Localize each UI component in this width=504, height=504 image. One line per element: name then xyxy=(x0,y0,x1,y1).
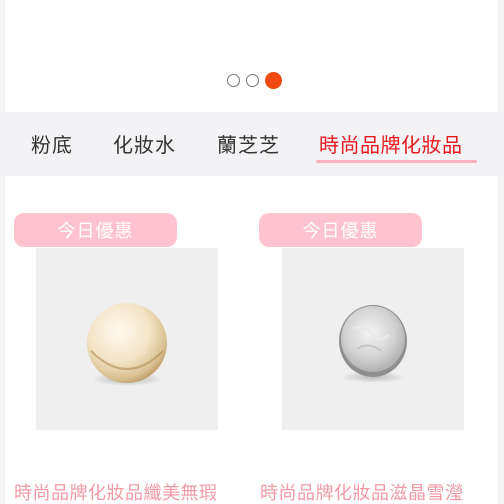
active-tab-indicator xyxy=(316,160,477,163)
product-title[interactable]: 時尚品牌化妝品滋晶雪瀅 xyxy=(260,479,496,504)
product-image[interactable] xyxy=(282,248,464,430)
product-title[interactable]: 時尚品牌化妝品纖美無瑕 xyxy=(14,479,250,504)
deal-badge: 今日優惠 xyxy=(259,213,422,247)
carousel-dot-1[interactable] xyxy=(227,74,240,87)
app-page: 粉底 化妝水 蘭芝芝 時尚品牌化妝品 今日優惠 時尚品牌化妝品纖美無瑕 今日優惠… xyxy=(0,0,504,504)
tab-toner[interactable]: 化妝水 xyxy=(113,129,176,158)
category-tabs: 粉底 化妝水 蘭芝芝 時尚品牌化妝品 xyxy=(5,112,498,176)
product-grid: 今日優惠 時尚品牌化妝品纖美無瑕 今日優惠 時尚品牌化妝品滋晶雪瀅 xyxy=(5,176,498,504)
banner-carousel[interactable] xyxy=(5,0,498,112)
cushion-compact-gold-icon xyxy=(87,303,167,386)
cushion-compact-silver-icon xyxy=(339,305,407,383)
product-card[interactable]: 今日優惠 xyxy=(251,176,491,504)
product-card[interactable]: 今日優惠 xyxy=(5,176,245,504)
deal-badge: 今日優惠 xyxy=(14,213,177,247)
carousel-dot-2[interactable] xyxy=(246,74,259,87)
product-image[interactable] xyxy=(36,248,218,430)
carousel-dot-3-active[interactable] xyxy=(265,72,282,89)
tab-laneige[interactable]: 蘭芝芝 xyxy=(217,129,280,158)
tab-fashion-cosmetics[interactable]: 時尚品牌化妝品 xyxy=(319,129,463,158)
carousel-indicator xyxy=(5,72,498,89)
tab-foundation[interactable]: 粉底 xyxy=(31,129,73,158)
